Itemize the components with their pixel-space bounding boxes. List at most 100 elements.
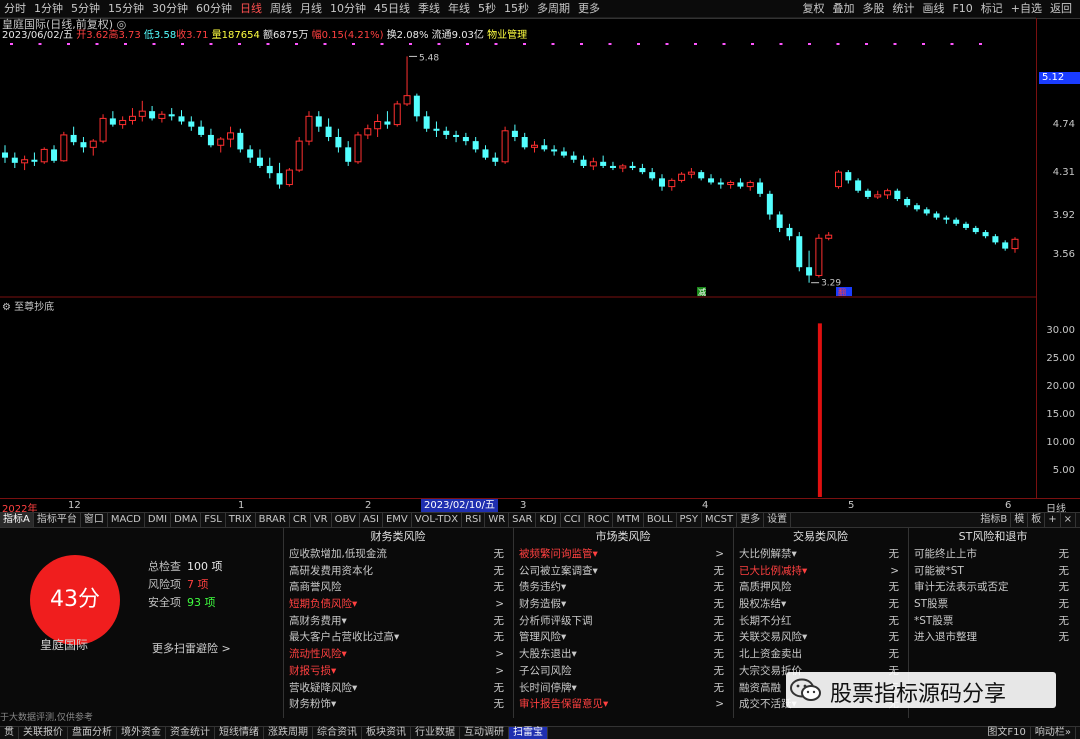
risk-row[interactable]: 大比例解禁▾ 无 <box>734 546 907 563</box>
risk-row[interactable]: 关联交易风险▾ 无 <box>734 629 907 646</box>
risk-row[interactable]: 管理风险▾ 无 <box>514 629 732 646</box>
indicator-tab[interactable]: BRAR <box>256 513 290 527</box>
risk-row[interactable]: 短期负债风险▾ > <box>284 596 512 613</box>
candle-body <box>511 130 518 137</box>
indicator-tab[interactable]: VR <box>311 513 332 527</box>
indicator-tab[interactable]: CCI <box>561 513 585 527</box>
candle-body <box>227 132 235 140</box>
bottom-tab[interactable]: 资金统计 <box>166 727 215 739</box>
risk-row[interactable]: 债务违约▾ 无 <box>514 579 732 596</box>
bottom-tab-right[interactable]: 响动栏» <box>1031 727 1076 739</box>
risk-row[interactable]: 北上资金卖出 无 <box>734 646 907 663</box>
indicator-tab[interactable]: FSL <box>201 513 226 527</box>
candle-body <box>972 227 979 233</box>
indicator-tab[interactable]: MACD <box>108 513 145 527</box>
risk-row[interactable]: 财报亏损▾ > <box>284 663 512 680</box>
risk-row[interactable]: 营收疑降风险▾ 无 <box>284 680 512 697</box>
risk-row[interactable]: 高商誉风险 无 <box>284 579 512 596</box>
risk-row-value: 无 <box>493 698 505 711</box>
risk-row[interactable]: 流动性风险▾ > <box>284 646 512 663</box>
risk-row[interactable]: 公司被立案调查▾ 无 <box>514 563 732 580</box>
risk-row[interactable]: 应收款增加,低现金流 无 <box>284 546 512 563</box>
toolbar-button[interactable]: 返回 <box>1046 0 1076 18</box>
risk-row-value: 无 <box>888 581 900 594</box>
indicator-tab[interactable]: CR <box>290 513 311 527</box>
risk-row[interactable]: *ST股票 无 <box>909 613 1077 630</box>
risk-row[interactable]: 财务粉饰▾ 无 <box>284 696 512 713</box>
indicator-tab[interactable]: MCST <box>702 513 738 527</box>
more-scan-link[interactable]: 更多扫雷避险 > <box>152 640 231 656</box>
indicator-tab[interactable]: BOLL <box>644 513 677 527</box>
risk-row[interactable]: 子公司风险 无 <box>514 663 732 680</box>
risk-row[interactable]: 被频繁问询监管▾ > <box>514 546 732 563</box>
indicator-tab[interactable]: OBV <box>332 513 360 527</box>
kline-chart[interactable]: 5.483.29减翻 <box>0 0 1036 498</box>
bottom-tab[interactable]: 互动调研 <box>460 727 509 739</box>
candle-body <box>806 267 813 276</box>
indicator-tab[interactable]: EMV <box>383 513 412 527</box>
risk-row-label: 营收疑降风险▾ <box>289 681 358 694</box>
risk-row[interactable]: ST股票 无 <box>909 596 1077 613</box>
indicator-tab-right[interactable]: 模 <box>1011 513 1029 527</box>
indicator-tab[interactable]: TRIX <box>226 513 256 527</box>
risk-row[interactable]: 可能终止上市 无 <box>909 546 1077 563</box>
indicator-tab[interactable]: DMI <box>145 513 172 527</box>
risk-row[interactable]: 审计无法表示或否定 无 <box>909 579 1077 596</box>
indicator-tab[interactable]: 窗口 <box>81 513 108 527</box>
indicator-tab[interactable]: WR <box>485 513 510 527</box>
risk-row[interactable]: 财务造假▾ 无 <box>514 596 732 613</box>
indicator-tab-right[interactable]: 指标B <box>977 513 1012 527</box>
indicator-tab[interactable]: KDJ <box>536 513 561 527</box>
tag-fan: 翻 <box>838 288 846 297</box>
indicator-tab[interactable]: 设置 <box>764 513 792 527</box>
indicator-tab-right[interactable]: + <box>1045 513 1061 527</box>
date-label: 5 <box>848 500 855 511</box>
candle-body <box>109 118 116 125</box>
settings-icon[interactable]: ⚙ <box>2 302 11 313</box>
indicator-tab[interactable]: ROC <box>585 513 614 527</box>
indicator-tab[interactable]: 更多 <box>737 513 765 527</box>
last-price-marker: 5.12 <box>1039 72 1080 84</box>
risk-row[interactable]: 大股东退出▾ 无 <box>514 646 732 663</box>
indicator-tab[interactable]: RSI <box>462 513 486 527</box>
indicator-tab-right[interactable]: 板 <box>1028 513 1046 527</box>
risk-row[interactable]: 高财务费用▾ 无 <box>284 613 512 630</box>
risk-row[interactable]: 可能被*ST 无 <box>909 563 1077 580</box>
indicator-tab[interactable]: ASI <box>360 513 383 527</box>
risk-score-badge[interactable]: 43分 <box>30 555 120 645</box>
bottom-tab[interactable]: 板块资讯 <box>362 727 411 739</box>
risk-row[interactable]: 高质押风险 无 <box>734 579 907 596</box>
indicator-tab[interactable]: 指标平台 <box>34 513 81 527</box>
bottom-tab[interactable]: 境外资金 <box>117 727 166 739</box>
bottom-tab[interactable]: 综合资讯 <box>313 727 362 739</box>
risk-row[interactable]: 长时间停牌▾ 无 <box>514 680 732 697</box>
bottom-tab-right[interactable]: 图文F10 <box>983 727 1031 739</box>
indicator-tab[interactable]: SAR <box>509 513 537 527</box>
risk-row[interactable]: 最大客户占营收比过高▾ 无 <box>284 629 512 646</box>
bottom-tab[interactable]: 涨跌周期 <box>264 727 313 739</box>
bottom-tab[interactable]: 贯 <box>0 727 19 739</box>
bottom-tab[interactable]: 盘面分析 <box>68 727 117 739</box>
indicator-tab[interactable]: VOL-TDX <box>412 513 463 527</box>
indicator-tab-right[interactable]: × <box>1061 513 1076 527</box>
indicator-tab[interactable]: 指标A <box>0 513 34 527</box>
risk-row[interactable]: 股权冻结▾ 无 <box>734 596 907 613</box>
risk-row[interactable]: 进入退市整理 无 <box>909 629 1077 646</box>
candle-body <box>345 147 352 162</box>
signal-dot <box>922 43 925 45</box>
bottom-tab[interactable]: 行业数据 <box>411 727 460 739</box>
bottom-tab[interactable]: 短线情绪 <box>215 727 264 739</box>
risk-row[interactable]: 分析师评级下调 无 <box>514 613 732 630</box>
risk-row[interactable]: 已大比例减持▾ > <box>734 563 907 580</box>
indicator-title[interactable]: ⚙ 至尊抄底 <box>2 298 54 313</box>
indicator-tab[interactable]: MTM <box>613 513 644 527</box>
indicator-tab[interactable]: DMA <box>171 513 202 527</box>
risk-row[interactable]: 长期不分红 无 <box>734 613 907 630</box>
indicator-tab[interactable]: PSY <box>677 513 703 527</box>
risk-row[interactable]: 审计报告保留意见▾ > <box>514 696 732 713</box>
signal-dot <box>124 43 127 45</box>
candle-body <box>335 137 342 148</box>
bottom-tab[interactable]: 关联报价 <box>19 727 68 739</box>
bottom-tab[interactable]: 扫雷宝 <box>509 727 548 739</box>
risk-row[interactable]: 高研发费用资本化 无 <box>284 563 512 580</box>
